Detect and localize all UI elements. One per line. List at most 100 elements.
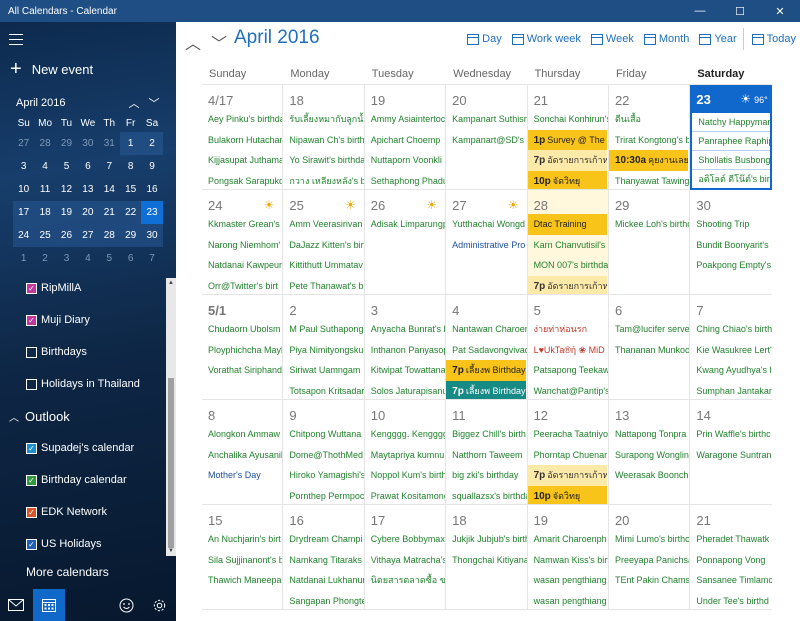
calendar-event[interactable]: 7pอัดรายการเก้าหน้า — [527, 465, 607, 486]
calendar-event[interactable]: 10p จัดวิทยุ — [527, 170, 607, 189]
mini-calendar-day[interactable]: 4 — [77, 247, 98, 270]
calendar-event[interactable]: Mickee Loh's birthc — [609, 214, 689, 235]
calendar-event[interactable]: Bundit Boonyarit's — [690, 235, 771, 256]
mini-calendar-day[interactable]: 1 — [119, 132, 142, 155]
calendar-event[interactable]: Sila Sujjinanont's b — [202, 550, 282, 571]
week-view-button[interactable]: Week — [590, 33, 634, 45]
calendar-event[interactable]: Nantawan Charoer — [446, 319, 526, 340]
calendar-event[interactable]: Kwang Ayudhya's l — [690, 360, 771, 381]
calendar-toggle[interactable]: ✓ Muji Diary — [0, 304, 166, 336]
calendar-event[interactable]: Sansanee Timlamc — [690, 570, 771, 591]
work-week-view-button[interactable]: Work week — [511, 33, 581, 45]
calendar-event[interactable]: Namwan Kiss's birt — [528, 550, 608, 571]
day-cell[interactable]: 26 ☀ Adisak Limparungp — [364, 190, 447, 295]
day-cell[interactable]: 4/17 Aey Pinku's birthda Bulakorn Hutachar… — [202, 85, 284, 190]
calendar-event[interactable]: Hiroko Yamagishi's — [283, 465, 363, 486]
mini-calendar-day[interactable]: 3 — [56, 247, 77, 270]
mini-calendar-day[interactable]: 3 — [13, 155, 34, 178]
day-cell[interactable]: 25 ☀ Amm Veerasirivan DaJazz Kitten's birt K… — [283, 190, 365, 295]
calendar-event[interactable]: big zki's birthday — [446, 465, 526, 486]
calendar-event[interactable]: Orr@Twitter's birt — [202, 276, 282, 295]
calendar-toggle[interactable]: Birthdays — [0, 336, 166, 368]
day-cell[interactable]: 18 Jukjik Jubjub's birth Thongchai Kitiyan… — [446, 505, 528, 610]
calendar-event[interactable]: Karn Chanvutisil's l — [528, 235, 608, 256]
calendar-event[interactable]: Solos Jaturapisanu — [365, 381, 445, 400]
calendar-event[interactable]: Apichart Choemp — [365, 130, 445, 151]
scrollbar-thumb[interactable] — [168, 378, 174, 548]
mini-calendar-day[interactable]: 14 — [99, 178, 120, 201]
mini-calendar-day[interactable]: 22 — [119, 201, 142, 224]
calendar-event[interactable]: Kitwipat Towattana — [365, 360, 445, 381]
day-cell[interactable]: 6 Tam@lucifer serve Thananan Munkoc — [608, 295, 691, 400]
calendar-event[interactable]: ง่ายท่าห่อนรก — [528, 319, 608, 340]
day-cell[interactable]: 22 ดีนเสื้อ Trirat Kongtong's b 10:30a คุยงา… — [608, 85, 691, 190]
calendar-event[interactable]: Mimi Lumo's birthc — [609, 529, 689, 550]
calendar-event[interactable]: Natchy Happyman — [692, 113, 770, 132]
chevron-up-icon[interactable]: ︿ — [124, 95, 144, 111]
calendar-event[interactable]: Alongkon Ammaw — [202, 424, 282, 445]
mail-icon[interactable] — [0, 589, 32, 621]
calendar-toggle[interactable]: ✓ Supadej's calendar — [0, 432, 166, 464]
calendar-event[interactable]: Anyacha Bunrat's b — [365, 319, 445, 340]
mini-calendar-day[interactable]: 26 — [55, 224, 78, 247]
day-cell[interactable]: 28 Dtac Training Karn Chanvutisil's l MON 0… — [527, 190, 609, 295]
mini-calendar-day[interactable]: 2 — [141, 132, 163, 155]
calendar-event[interactable]: Inthanon Panyasop — [365, 340, 445, 361]
calendar-event[interactable]: Pongsak Sarapukd — [202, 171, 282, 190]
month-title[interactable]: April 2016 — [234, 27, 320, 49]
day-view-button[interactable]: Day — [467, 33, 502, 45]
day-cell[interactable]: 12 Peeracha Taatniyor Phorntap Chuenar 7p อั… — [527, 400, 609, 505]
calendar-event[interactable]: นิตยสารตลาดซื้อ ขาย — [365, 570, 445, 591]
calendar-toggle[interactable]: Holidays in Thailand — [0, 368, 166, 400]
calendar-event[interactable]: Ponnapong Vong — [690, 550, 771, 571]
next-month-icon[interactable]: ﹀ — [206, 30, 232, 54]
calendar-event[interactable]: Kampanart@SD's l — [446, 130, 526, 151]
month-view-button[interactable]: Month — [643, 33, 689, 45]
mini-calendar-day[interactable]: 5 — [99, 247, 120, 270]
day-cell[interactable]: 2 M Paul Suthapong Piya Nimityongsku Siriwa… — [283, 295, 365, 400]
calendar-event[interactable]: Pornthep Permpoc — [283, 486, 363, 505]
checkbox-icon[interactable] — [26, 378, 37, 390]
day-cell[interactable]: 15 An Nuchjarin's birt Sila Sujjinanont's … — [202, 505, 284, 610]
mini-calendar-day[interactable]: 17 — [13, 201, 35, 224]
day-cell[interactable]: 20 Mimi Lumo's birthc Preeyapa Panichsa TEn… — [608, 505, 691, 610]
calendar-event[interactable]: Thanyawat Tawing — [609, 171, 689, 190]
calendar-event[interactable]: 10p จัดวิทยุ — [527, 485, 607, 504]
day-cell[interactable]: 27 ☀ Yutthachai Wongd Administrative Pro — [446, 190, 528, 295]
calendar-event[interactable]: Kampanart Suthisr — [446, 109, 526, 130]
mini-calendar-day[interactable]: 6 — [77, 155, 98, 178]
chevron-down-icon[interactable]: ﹀ — [144, 95, 164, 111]
mini-calendar-day[interactable]: 15 — [120, 178, 141, 201]
day-cell[interactable]: 30 Shooting Trip Bundit Boonyarit's Poakpon… — [690, 190, 772, 295]
day-cell[interactable]: 21 Pheradet Thawatk Ponnapong Vong Sansanee… — [690, 505, 772, 610]
calendar-event[interactable]: Natdanai Kawpeur — [202, 255, 282, 276]
day-cell[interactable]: 17 Cybere Bobbymax Vithaya Matracha's นิตยส… — [364, 505, 447, 610]
mini-calendar-day[interactable]: 31 — [99, 132, 120, 155]
calendar-event[interactable]: Adisak Limparungp — [365, 214, 445, 235]
mini-calendar-day[interactable]: 19 — [55, 201, 78, 224]
calendar-event[interactable]: Waragone Suntran — [690, 445, 771, 466]
day-cell[interactable]: 16 Drydream Champi Namkang Titaraks Natdana… — [283, 505, 365, 610]
close-button[interactable]: ✕ — [760, 0, 800, 22]
calendar-event[interactable]: 7pอัดรายการเก้าหน้า — [527, 150, 607, 171]
calendar-event[interactable]: Siriwat Uamngam — [283, 360, 363, 381]
calendar-event[interactable]: Kijjasupat Juthama — [202, 150, 282, 171]
calendar-event[interactable]: Nipawan Ch's birth — [283, 130, 363, 151]
mini-calendar-day[interactable]: 11 — [34, 178, 55, 201]
calendar-event[interactable]: Amm Veerasirivan — [283, 214, 363, 235]
today-button[interactable]: Today — [751, 33, 796, 45]
mini-calendar-day[interactable]: 8 — [120, 155, 141, 178]
calendar-event[interactable]: Pete Thanawat's bi — [283, 276, 363, 295]
calendar-event[interactable]: ดีนเสื้อ — [609, 109, 689, 130]
checkbox-icon[interactable]: ✓ — [26, 442, 37, 454]
mini-calendar-day[interactable]: 9 — [141, 155, 162, 178]
calendar-event[interactable]: Sangapan Phongte — [283, 591, 363, 610]
day-cell[interactable]: 10 Kengggg. Kengggg Maytapriya kumnu Noppol… — [364, 400, 447, 505]
checkbox-icon[interactable]: ✓ — [26, 282, 37, 294]
day-cell[interactable]: 21 Sonchai Konhirun's 1p Survey @ The ' 7p อั… — [527, 85, 609, 190]
calendar-event[interactable]: M Paul Suthapong — [283, 319, 363, 340]
calendar-event[interactable]: Shollatis Busbong' — [692, 151, 770, 170]
calendar-event[interactable]: L♥UkTa®ή ❀ MiD — [528, 340, 608, 361]
day-cell[interactable]: 5/1 Chudaorn Ubolsm Ployphichcha Mayl Vorat… — [202, 295, 284, 400]
calendar-event[interactable]: Sethaphong Phadu — [365, 171, 445, 190]
